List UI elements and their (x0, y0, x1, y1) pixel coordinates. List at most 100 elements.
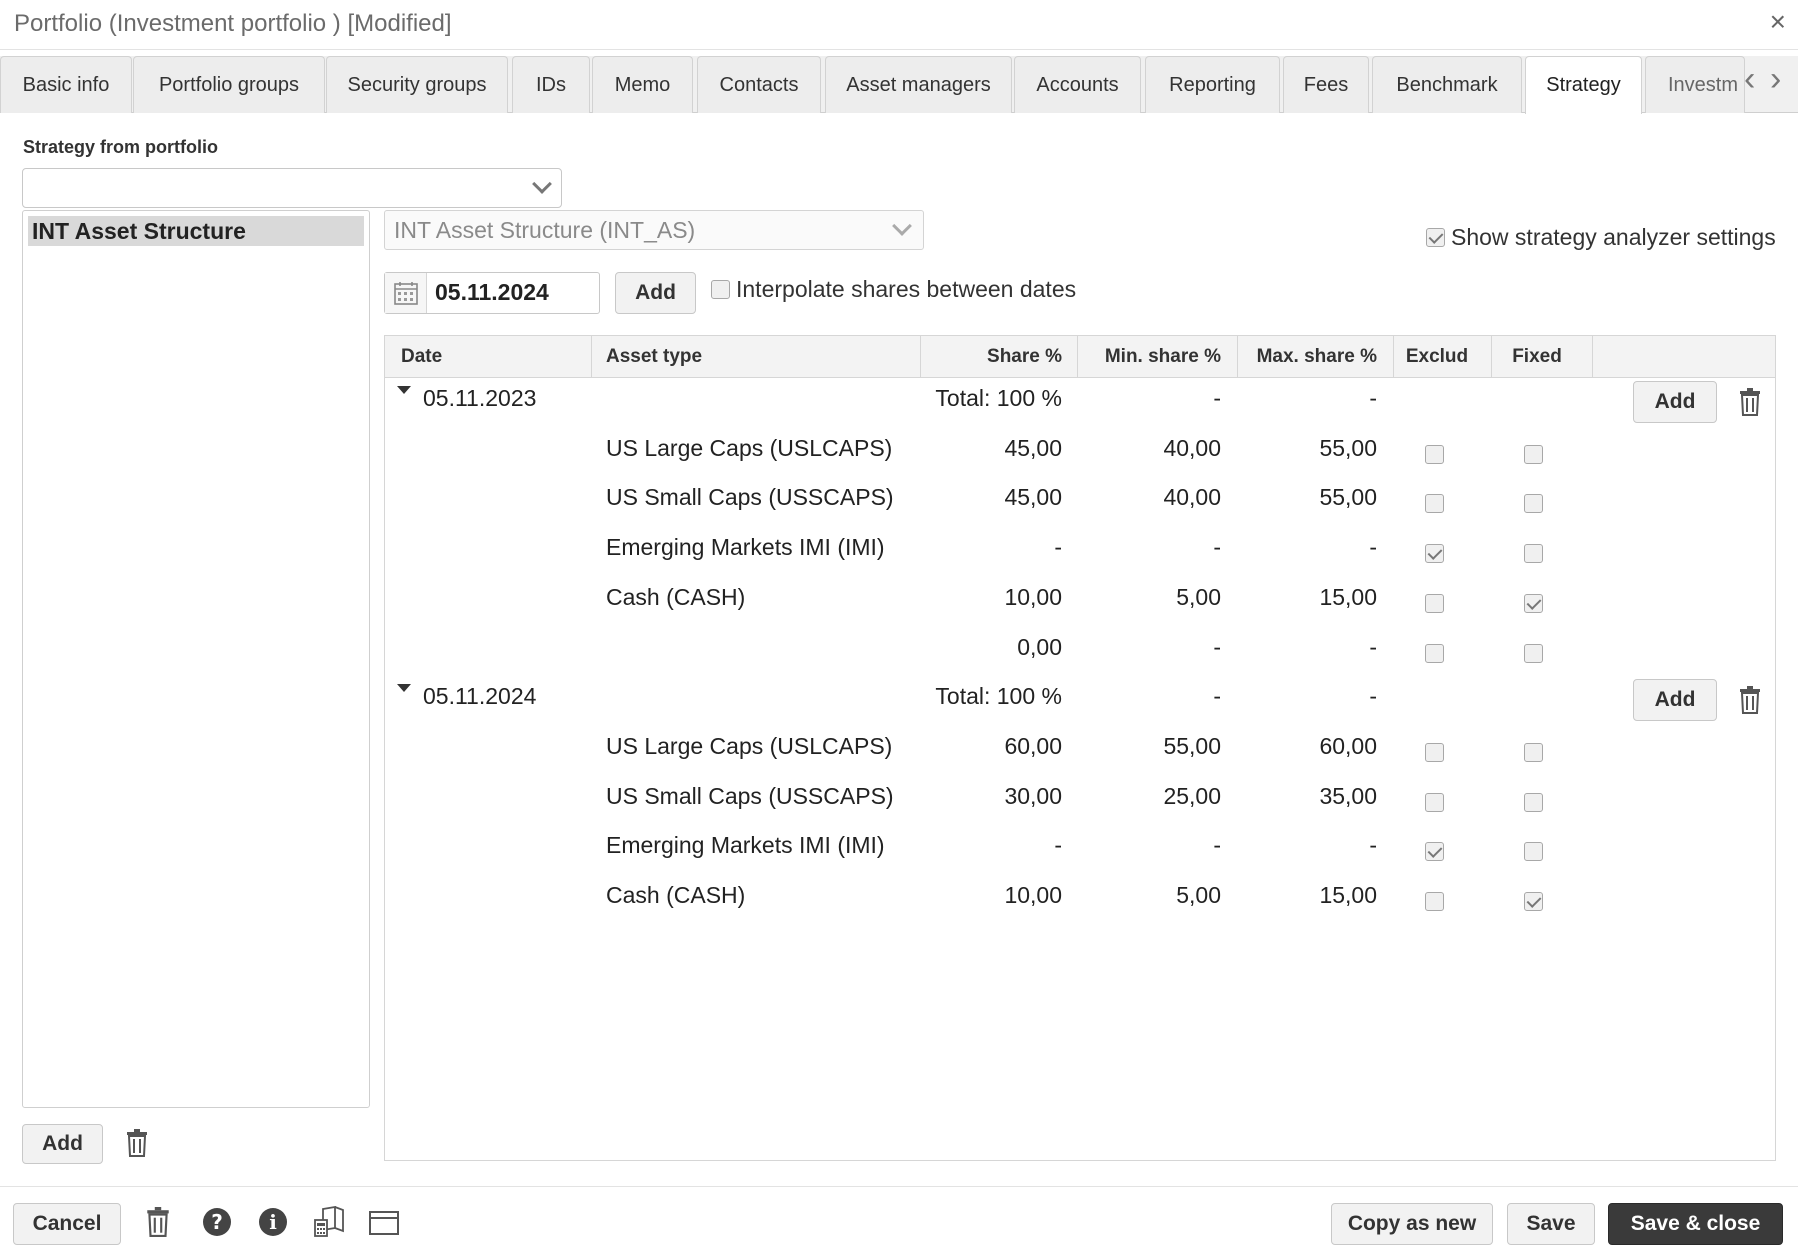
exclude-checkbox[interactable] (1425, 792, 1444, 812)
asset-type-cell: US Small Caps (USSCAPS) (606, 782, 894, 809)
add-row-button[interactable]: Add (1633, 679, 1717, 722)
fixed-checkbox[interactable] (1524, 494, 1543, 514)
exclude-checkbox[interactable] (1425, 494, 1444, 514)
window-icon[interactable] (368, 1210, 400, 1236)
tab-portfolio-groups[interactable]: Portfolio groups (133, 56, 325, 113)
info-icon[interactable]: i (258, 1207, 288, 1237)
group-min: - (1213, 385, 1221, 411)
cancel-button[interactable]: Cancel (13, 1203, 121, 1245)
tab-investm[interactable]: Investm (1645, 56, 1745, 113)
min-share-cell: 40,00 (1163, 434, 1221, 461)
fixed-checkbox[interactable] (1524, 842, 1543, 862)
fixed-checkbox[interactable] (1524, 892, 1543, 911)
close-button[interactable]: × (1770, 8, 1786, 36)
fixed-checkbox[interactable] (1524, 742, 1543, 762)
min-share-cell: - (1213, 534, 1221, 561)
max-share-cell: 55,00 (1319, 484, 1377, 511)
fixed-checkbox[interactable] (1524, 593, 1543, 613)
tab-memo[interactable]: Memo (592, 56, 693, 113)
tab-asset-managers[interactable]: Asset managers (825, 56, 1012, 113)
exclude-checkbox[interactable] (1425, 892, 1444, 911)
column-separator (1077, 336, 1078, 378)
calendar-icon[interactable] (385, 273, 427, 313)
tab-scroll-right-button[interactable]: › (1770, 62, 1781, 96)
show-strategy-analyzer-settings[interactable]: Show strategy analyzer settings (1426, 224, 1776, 251)
min-share-cell: - (1213, 832, 1221, 859)
column-header[interactable]: Min. share % (1105, 336, 1221, 378)
tab-strategy[interactable]: Strategy (1525, 56, 1642, 114)
column-header[interactable]: Asset type (606, 336, 702, 378)
share-cell: 45,00 (1004, 434, 1062, 461)
asset-type-cell: Emerging Markets IMI (IMI) (606, 832, 885, 859)
add-date-button[interactable]: Add (615, 272, 696, 314)
svg-text:i: i (269, 1210, 277, 1234)
exclude-checkbox[interactable] (1425, 643, 1444, 663)
column-separator (1237, 336, 1238, 378)
copy-as-new-button[interactable]: Copy as new (1331, 1203, 1493, 1245)
max-share-cell: 60,00 (1319, 732, 1377, 759)
interpolate-label: Interpolate shares between dates (736, 276, 1077, 302)
share-cell: 0,00 (1017, 633, 1062, 660)
asset-structure-select[interactable]: INT Asset Structure (INT_AS) (384, 210, 924, 250)
tab-contacts[interactable]: Contacts (697, 56, 821, 113)
column-header[interactable]: Fixed (1487, 336, 1587, 378)
svg-text:?: ? (211, 1210, 223, 1234)
exclude-checkbox[interactable] (1425, 593, 1444, 613)
add-row-button[interactable]: Add (1633, 381, 1717, 423)
group-max: - (1369, 385, 1377, 411)
trash-icon[interactable] (1739, 388, 1761, 416)
tab-scroll-left-button[interactable]: ‹ (1744, 62, 1755, 96)
column-separator (591, 336, 592, 378)
column-separator (1592, 336, 1593, 378)
save-button[interactable]: Save (1507, 1203, 1595, 1245)
tab-benchmark[interactable]: Benchmark (1372, 56, 1522, 113)
interpolate-checkbox[interactable] (711, 280, 730, 299)
chevron-down-icon (892, 216, 912, 236)
share-cell: 10,00 (1004, 583, 1062, 610)
min-share-cell: 5,00 (1176, 882, 1221, 908)
exclude-checkbox[interactable] (1425, 444, 1444, 464)
group-min: - (1213, 683, 1221, 710)
group-total: Total: 100 % (935, 385, 1062, 411)
exclude-checkbox[interactable] (1425, 742, 1444, 762)
max-share-cell: - (1369, 534, 1377, 561)
trash-icon[interactable] (126, 1129, 148, 1157)
tab-fees[interactable]: Fees (1283, 56, 1369, 113)
tab-reporting[interactable]: Reporting (1145, 56, 1280, 113)
tab-security-groups[interactable]: Security groups (326, 56, 508, 113)
calculator-book-icon[interactable] (313, 1206, 345, 1238)
column-header[interactable]: Exclud (1387, 336, 1487, 378)
strategy-from-portfolio-select[interactable] (22, 168, 562, 208)
asset-type-cell: Cash (CASH) (606, 583, 746, 610)
strategy-list-item[interactable]: INT Asset Structure (28, 216, 364, 246)
fixed-checkbox[interactable] (1524, 444, 1543, 464)
asset-type-cell: US Large Caps (USLCAPS) (606, 434, 893, 461)
fixed-checkbox[interactable] (1524, 643, 1543, 663)
help-icon[interactable]: ? (202, 1207, 232, 1237)
column-header[interactable]: Share % (987, 336, 1062, 378)
column-separator (920, 336, 921, 378)
save-and-close-button[interactable]: Save & close (1608, 1203, 1783, 1245)
show-settings-label: Show strategy analyzer settings (1451, 224, 1776, 250)
exclude-checkbox[interactable] (1425, 842, 1444, 862)
exclude-checkbox[interactable] (1425, 544, 1444, 564)
group-date: 05.11.2024 (423, 683, 537, 710)
tab-accounts[interactable]: Accounts (1014, 56, 1141, 113)
show-settings-checkbox[interactable] (1426, 228, 1445, 247)
column-header[interactable]: Max. share % (1257, 336, 1377, 378)
add-strategy-button[interactable]: Add (22, 1124, 103, 1164)
max-share-cell: 15,00 (1319, 882, 1377, 908)
fixed-checkbox[interactable] (1524, 544, 1543, 564)
trash-icon[interactable] (146, 1207, 170, 1237)
date-value[interactable]: 05.11.2024 (435, 279, 549, 306)
asset-type-cell: US Large Caps (USLCAPS) (606, 732, 893, 759)
interpolate-shares[interactable]: Interpolate shares between dates (711, 276, 1076, 303)
strategy-list[interactable] (22, 210, 370, 1108)
tab-ids[interactable]: IDs (512, 56, 590, 113)
trash-icon[interactable] (1739, 686, 1761, 715)
collapse-caret-icon[interactable] (397, 684, 411, 693)
column-header[interactable]: Date (401, 336, 442, 378)
collapse-caret-icon[interactable] (397, 386, 411, 394)
fixed-checkbox[interactable] (1524, 792, 1543, 812)
tab-basic-info[interactable]: Basic info (0, 56, 132, 113)
